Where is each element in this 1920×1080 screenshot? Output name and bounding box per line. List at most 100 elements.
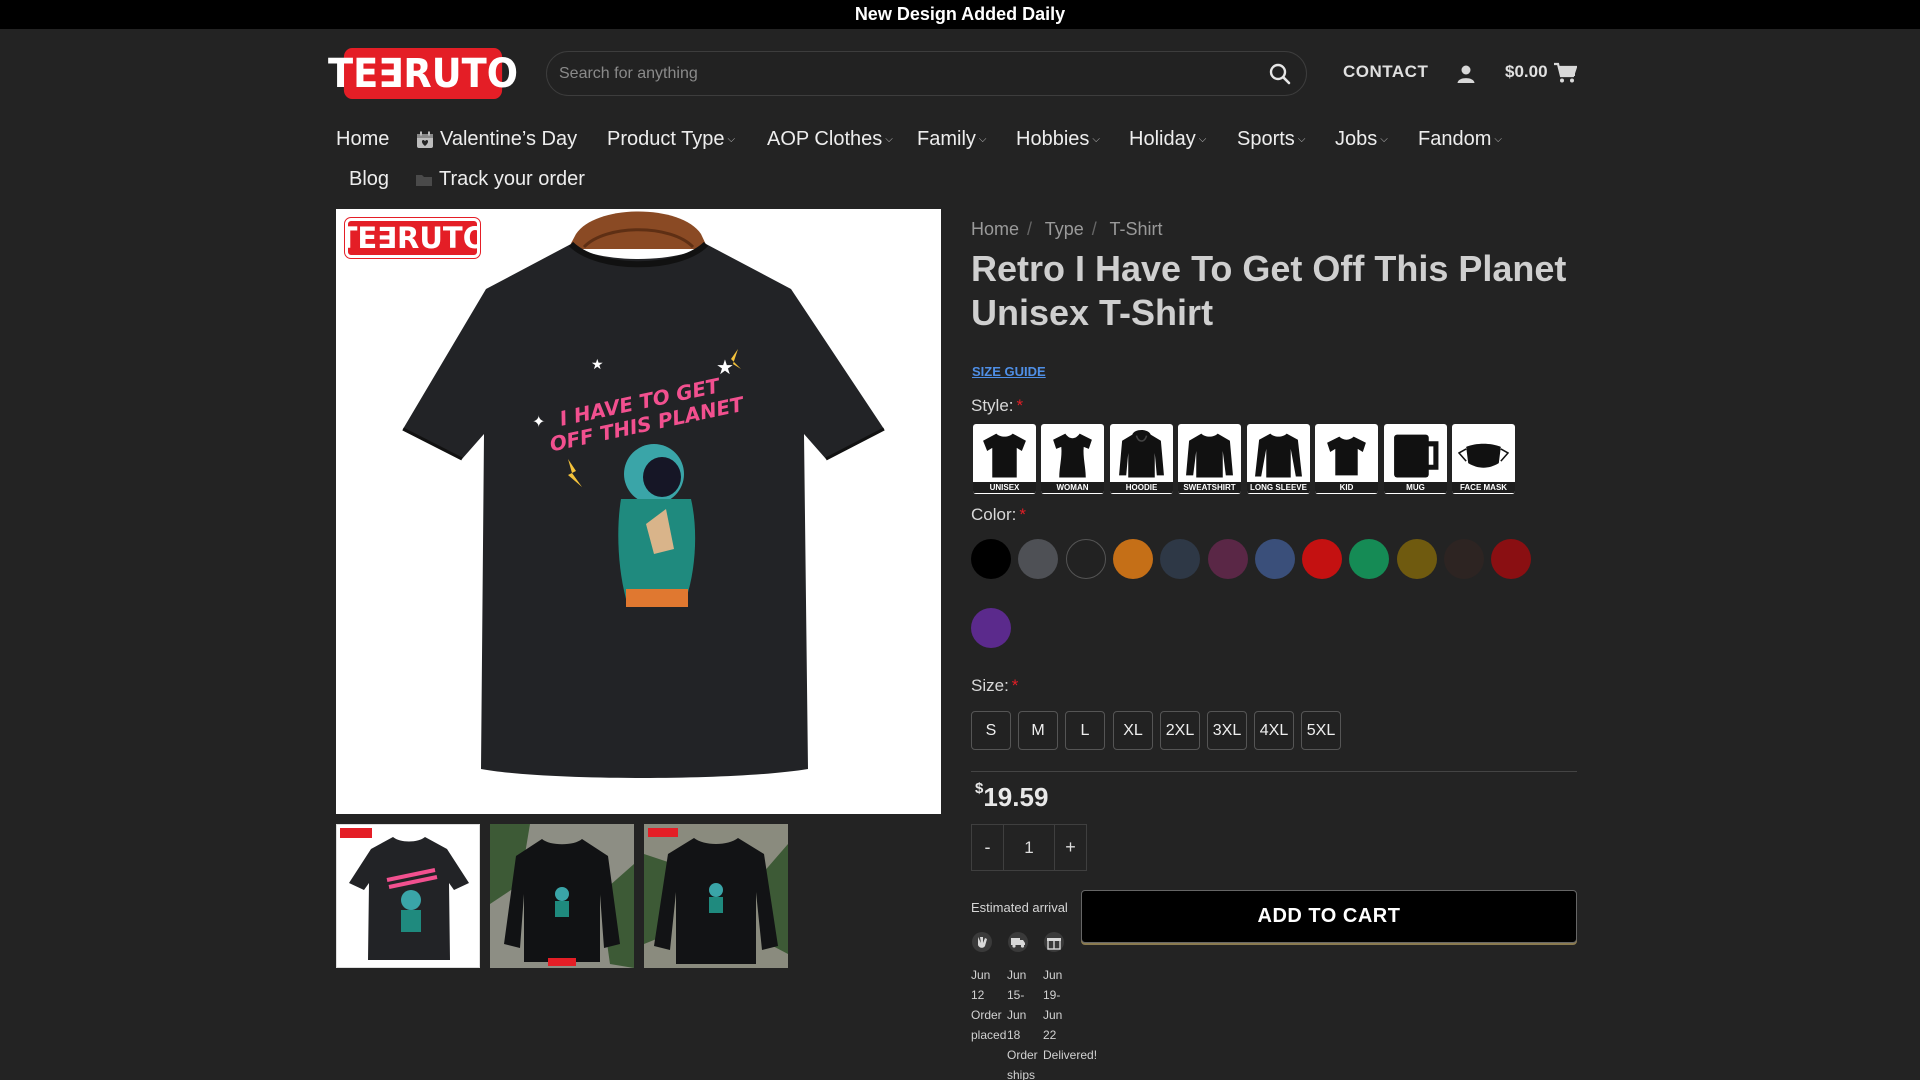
nav-label: Family — [917, 128, 976, 150]
thumbnail-1[interactable] — [336, 824, 480, 968]
nav-item-jobs[interactable]: Jobs ⌵ — [1335, 128, 1388, 151]
style-option-mug[interactable]: MUG — [1384, 424, 1447, 494]
cart-total[interactable]: $0.00 — [1505, 62, 1548, 82]
nav-item-track-order[interactable]: Track your order — [415, 168, 585, 191]
kid-tshirt-icon — [1327, 436, 1366, 476]
mug-icon — [1394, 434, 1439, 478]
quantity-stepper: - 1 + — [971, 824, 1087, 871]
style-option-label: SWEATSHIRT — [1178, 482, 1241, 493]
color-swatch[interactable] — [1444, 539, 1484, 579]
size-label: Size: * — [971, 676, 1018, 696]
nav-label: Track your order — [439, 168, 585, 190]
style-option-label: WOMAN — [1041, 482, 1104, 493]
cart-icon[interactable] — [1553, 62, 1577, 84]
color-swatch[interactable] — [1207, 539, 1248, 579]
size-option-5xl[interactable]: 5XL — [1301, 711, 1341, 750]
svg-text:★: ★ — [591, 357, 604, 373]
color-swatch[interactable] — [1160, 539, 1201, 579]
color-swatch[interactable] — [1112, 539, 1153, 579]
color-swatch[interactable] — [1302, 539, 1343, 579]
color-swatch[interactable] — [1065, 539, 1106, 579]
color-swatch[interactable] — [1491, 539, 1532, 579]
style-option-label: KID — [1315, 482, 1378, 493]
chevron-down-icon: ⌵ — [885, 134, 893, 145]
announcement-bar: New Design Added Daily — [0, 0, 1920, 29]
product-title: Retro I Have To Get Off This Planet Unis… — [971, 248, 1567, 333]
estimated-arrival-label: Estimated arrival — [971, 900, 1068, 915]
breadcrumb-type[interactable]: Type — [1045, 219, 1084, 239]
nav-item-hobbies[interactable]: Hobbies ⌵ — [1016, 128, 1100, 151]
size-option-3xl[interactable]: 3XL — [1207, 711, 1247, 750]
nav-label: Jobs — [1335, 128, 1378, 150]
truck-icon — [1008, 932, 1028, 952]
nav-label: Holiday — [1129, 128, 1196, 150]
style-option-kid[interactable]: KID — [1315, 424, 1378, 494]
nav-item-fandom[interactable]: Fandom ⌵ — [1418, 128, 1502, 151]
image-logo-badge: TE∃RUTO — [338, 217, 487, 259]
breadcrumb: Home / Type / T-Shirt — [971, 219, 1170, 240]
svg-text:★: ★ — [716, 355, 734, 379]
breadcrumb-separator: / — [1091, 219, 1097, 239]
nav-item-product-type[interactable]: Product Type ⌵ — [607, 128, 735, 151]
contact-link[interactable]: CONTACT — [1343, 62, 1428, 82]
style-option-face-mask[interactable]: FACE MASK — [1452, 424, 1515, 494]
color-swatch[interactable] — [1349, 539, 1390, 579]
hand-icon — [972, 932, 992, 952]
quantity-increase-button[interactable]: + — [1054, 825, 1086, 870]
style-option-label: LONG SLEEVE — [1247, 482, 1310, 493]
tshirt-icon — [983, 433, 1026, 478]
chevron-down-icon: ⌵ — [1494, 134, 1502, 145]
nav-label: Sports — [1237, 128, 1295, 150]
arrival-step-delivered: Jun 19- Jun 22 Delivered! — [1043, 931, 1098, 1065]
breadcrumb-tshirt[interactable]: T-Shirt — [1109, 219, 1162, 239]
color-swatch[interactable] — [1254, 539, 1295, 579]
required-mark: * — [1016, 396, 1024, 415]
style-option-woman[interactable]: WOMAN — [1041, 424, 1104, 494]
product-main-image[interactable]: I HAVE TO GET OFF THIS PLANET ★ ★ ✦ TE∃R… — [336, 209, 941, 814]
nav-item-aop-clothes[interactable]: AOP Clothes ⌵ — [767, 128, 893, 151]
required-mark: * — [1011, 676, 1019, 695]
nav-item-sports[interactable]: Sports ⌵ — [1237, 128, 1305, 151]
add-to-cart-button[interactable]: ADD TO CART — [1081, 890, 1577, 943]
arrival-step-label: Delivered! — [1043, 1048, 1098, 1062]
size-option-xl[interactable]: XL — [1113, 711, 1153, 750]
style-option-label: HOODIE — [1110, 482, 1173, 493]
search-input[interactable] — [559, 52, 1239, 95]
size-option-m[interactable]: M — [1018, 711, 1058, 750]
size-option-s[interactable]: S — [971, 711, 1011, 750]
nav-item-home[interactable]: Home — [336, 128, 389, 151]
color-swatch[interactable] — [971, 539, 1011, 579]
chevron-down-icon: ⌵ — [1297, 134, 1306, 145]
thumbnail-3[interactable] — [644, 824, 788, 968]
search-icon[interactable] — [1268, 62, 1292, 86]
size-option-l[interactable]: L — [1065, 711, 1105, 750]
nav-item-blog[interactable]: Blog — [349, 168, 389, 191]
user-icon[interactable] — [1456, 64, 1476, 84]
quantity-input[interactable]: 1 — [1004, 825, 1054, 870]
gift-icon — [1044, 932, 1064, 952]
chevron-down-icon: ⌵ — [1198, 134, 1207, 145]
nav-item-valentines[interactable]: Valentine’s Day — [416, 128, 577, 151]
face-mask-icon — [1458, 443, 1509, 468]
nav-item-holiday[interactable]: Holiday ⌵ — [1129, 128, 1206, 151]
size-option-2xl[interactable]: 2XL — [1160, 711, 1200, 750]
color-swatch[interactable] — [1018, 539, 1059, 579]
size-guide-link[interactable]: SIZE GUIDE — [972, 364, 1046, 379]
breadcrumb-home[interactable]: Home — [971, 219, 1019, 239]
quantity-decrease-button[interactable]: - — [972, 825, 1004, 870]
arrival-step-label: Order placed — [971, 1008, 1007, 1042]
color-swatch[interactable] — [1396, 539, 1437, 579]
style-label: Style: * — [971, 396, 1023, 416]
style-option-hoodie[interactable]: HOODIE — [1110, 424, 1173, 494]
nav-item-family[interactable]: Family ⌵ — [917, 128, 986, 151]
product-price: $19.59 — [975, 780, 1048, 813]
size-option-4xl[interactable]: 4XL — [1254, 711, 1294, 750]
nav-label: Blog — [349, 168, 390, 190]
style-option-long-sleeve[interactable]: LONG SLEEVE — [1247, 424, 1310, 494]
color-swatch[interactable] — [971, 608, 1011, 648]
style-option-unisex[interactable]: UNISEX — [973, 424, 1036, 494]
style-option-sweatshirt[interactable]: SWEATSHIRT — [1178, 424, 1241, 494]
price-currency: $ — [975, 780, 984, 797]
thumbnail-2[interactable] — [490, 824, 634, 968]
site-logo[interactable]: TE∃RUTO — [328, 48, 518, 99]
